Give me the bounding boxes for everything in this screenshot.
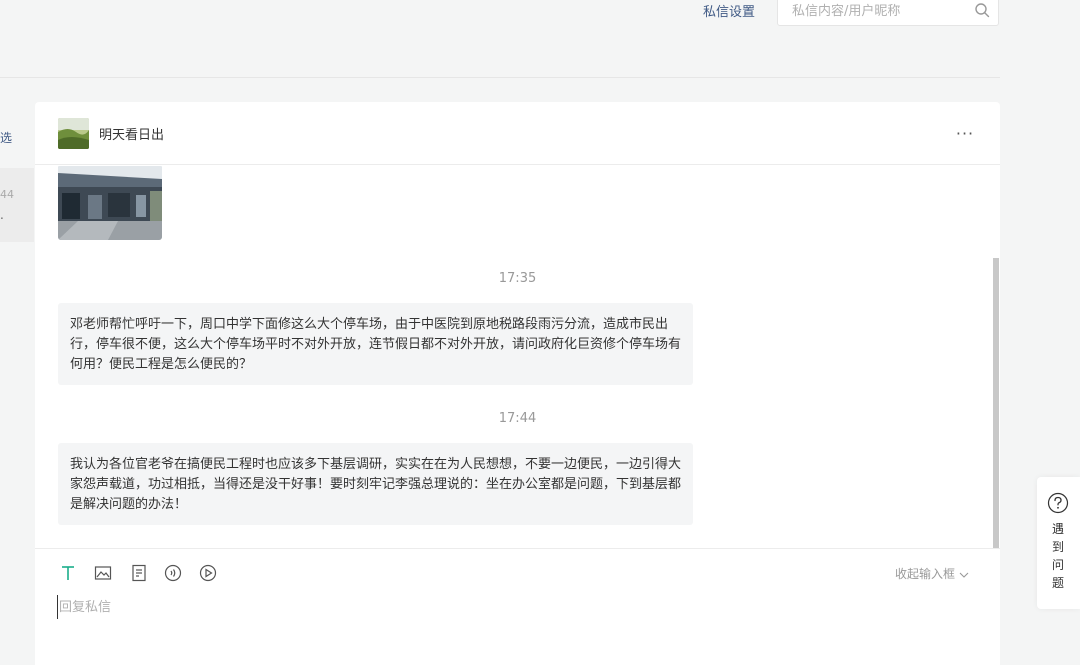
chat-panel: 明天看日出 ··· 17:35 邓老师帮忙呼吁一下，周口中学下面修这么大个停车场…	[35, 102, 1000, 665]
help-widget[interactable]: 遇到问题	[1037, 477, 1080, 609]
message-settings-link[interactable]: 私信设置	[703, 1, 755, 20]
search-input[interactable]	[792, 1, 962, 21]
message-bubble: 邓老师帮忙呼吁一下，周口中学下面修这么大个停车场，由于中医院到原地税路段雨污分流…	[58, 303, 693, 385]
message-time: 17:44	[498, 411, 537, 426]
conversation-item[interactable]: 44 .	[0, 168, 34, 242]
article-icon[interactable]	[130, 564, 148, 582]
video-icon[interactable]	[199, 564, 217, 582]
text-icon[interactable]	[59, 564, 77, 582]
search-icon[interactable]	[974, 2, 990, 18]
message-bubble: 我认为各位官老爷在搞便民工程时也应该多下基层调研，实实在在为人民想想，不要一边便…	[58, 443, 693, 525]
conversation-time: 44	[0, 188, 14, 201]
conversation-preview: .	[0, 208, 4, 222]
message-image[interactable]	[58, 166, 162, 240]
top-bar: 私信设置	[0, 0, 1000, 78]
message-scrollbar[interactable]	[993, 258, 999, 548]
chat-header: 明天看日出 ···	[35, 102, 1000, 165]
collapse-input-button[interactable]: 收起输入框	[895, 565, 969, 582]
audio-icon[interactable]	[164, 564, 182, 582]
help-label: 遇到问题	[1052, 522, 1065, 590]
collapse-input-label: 收起输入框	[895, 567, 956, 581]
message-list: 17:35 邓老师帮忙呼吁一下，周口中学下面修这么大个停车场，由于中医院到原地税…	[35, 166, 1000, 548]
chevron-down-icon	[959, 572, 969, 578]
message-time: 17:35	[498, 271, 537, 286]
avatar[interactable]	[58, 118, 89, 149]
conversation-list: 选 44 .	[0, 102, 34, 665]
image-icon[interactable]	[94, 564, 112, 582]
filter-link[interactable]: 选	[0, 129, 12, 146]
contact-name: 明天看日出	[99, 128, 165, 143]
reply-input[interactable]	[57, 595, 957, 619]
reply-area: 收起输入框	[35, 548, 1000, 665]
search-box[interactable]	[777, 0, 999, 26]
help-question-icon	[1047, 492, 1069, 514]
more-options-icon[interactable]: ···	[955, 124, 975, 144]
